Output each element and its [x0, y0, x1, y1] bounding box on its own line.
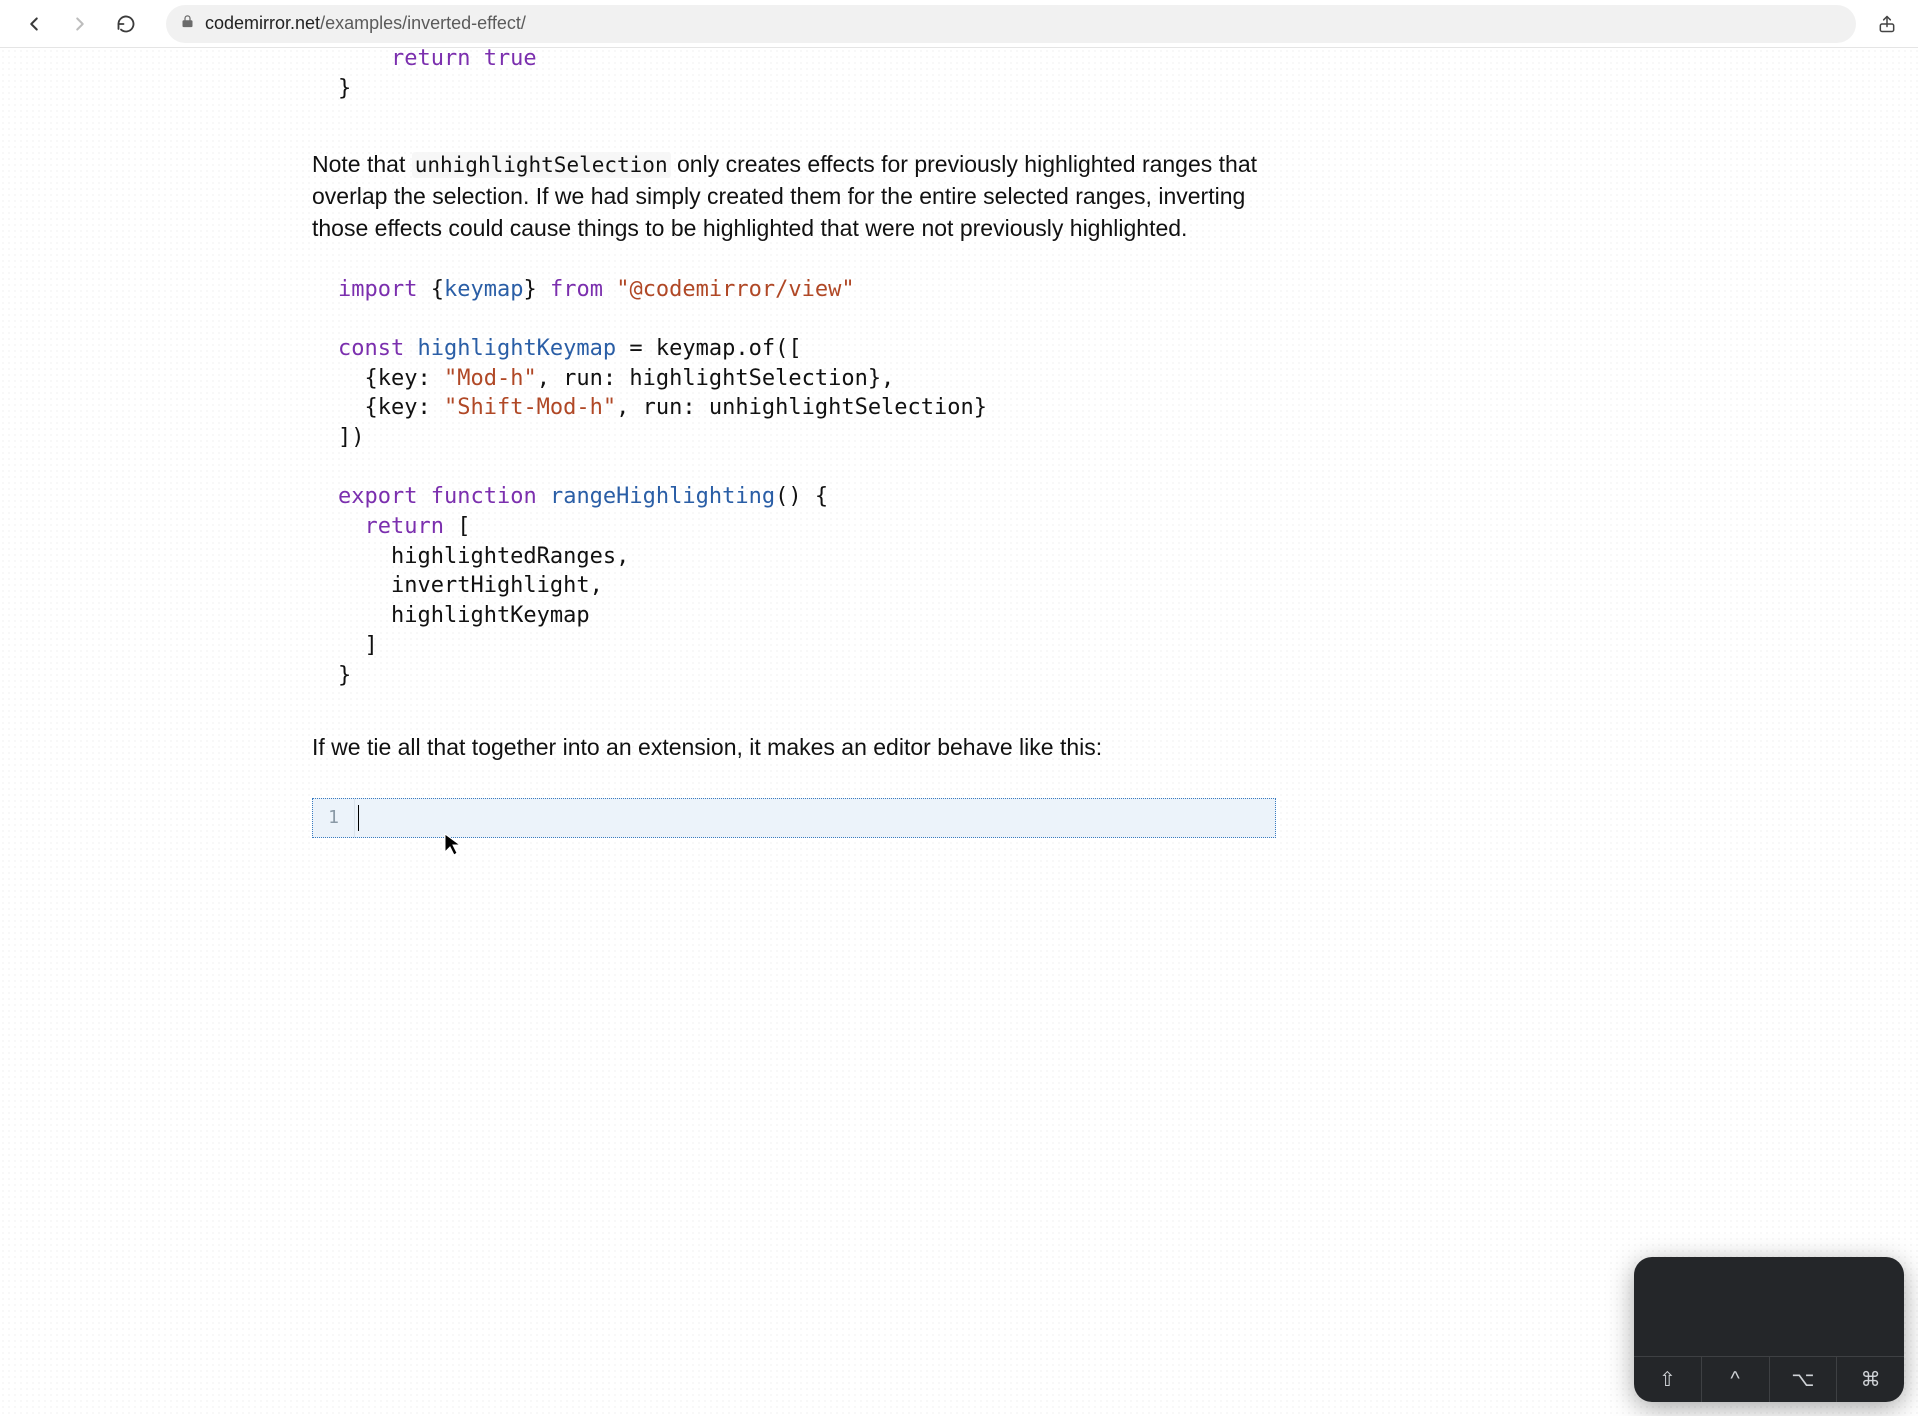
- reload-button[interactable]: [108, 6, 144, 42]
- code-editor[interactable]: 1: [312, 798, 1276, 838]
- paragraph: Note that unhighlightSelection only crea…: [312, 149, 1282, 244]
- editor-container: 1: [312, 798, 1276, 838]
- shift-icon: ⇧: [1659, 1367, 1676, 1392]
- line-number: 1: [328, 807, 339, 828]
- option-key-button[interactable]: ⌥: [1770, 1357, 1838, 1402]
- overlay-body: [1634, 1257, 1904, 1356]
- code-line: return true: [338, 48, 537, 71]
- lock-icon: [180, 14, 195, 34]
- option-icon: ⌥: [1791, 1367, 1814, 1392]
- text-caret: [358, 805, 359, 831]
- overlay-toolbar: ⇧ ^ ⌥ ⌘: [1634, 1356, 1904, 1402]
- address-bar[interactable]: codemirror.net/examples/inverted-effect/: [166, 5, 1856, 43]
- code-block: import {keymap} from "@codemirror/view" …: [338, 275, 1282, 691]
- page-content: return true } Note that unhighlightSelec…: [0, 48, 1918, 1416]
- browser-toolbar: codemirror.net/examples/inverted-effect/: [0, 0, 1918, 48]
- paragraph: If we tie all that together into an exte…: [312, 732, 1282, 764]
- share-button[interactable]: [1872, 9, 1902, 39]
- code-fragment-top: return true }: [338, 48, 1282, 103]
- editor-content[interactable]: [355, 799, 1275, 837]
- back-button[interactable]: [16, 6, 52, 42]
- shift-key-button[interactable]: ⇧: [1634, 1357, 1702, 1402]
- ctrl-icon: ^: [1730, 1368, 1739, 1391]
- url-host: codemirror.net: [205, 13, 320, 33]
- command-key-button[interactable]: ⌘: [1837, 1357, 1904, 1402]
- command-icon: ⌘: [1861, 1367, 1881, 1392]
- url-text: codemirror.net/examples/inverted-effect/: [205, 13, 526, 34]
- inline-code: unhighlightSelection: [412, 152, 671, 178]
- code-line: }: [338, 76, 351, 101]
- article: return true } Note that unhighlightSelec…: [312, 48, 1282, 838]
- ctrl-key-button[interactable]: ^: [1702, 1357, 1770, 1402]
- modifier-keys-overlay: ⇧ ^ ⌥ ⌘: [1634, 1257, 1904, 1402]
- forward-button[interactable]: [62, 6, 98, 42]
- url-path: /examples/inverted-effect/: [320, 13, 526, 33]
- line-number-gutter: 1: [313, 799, 355, 837]
